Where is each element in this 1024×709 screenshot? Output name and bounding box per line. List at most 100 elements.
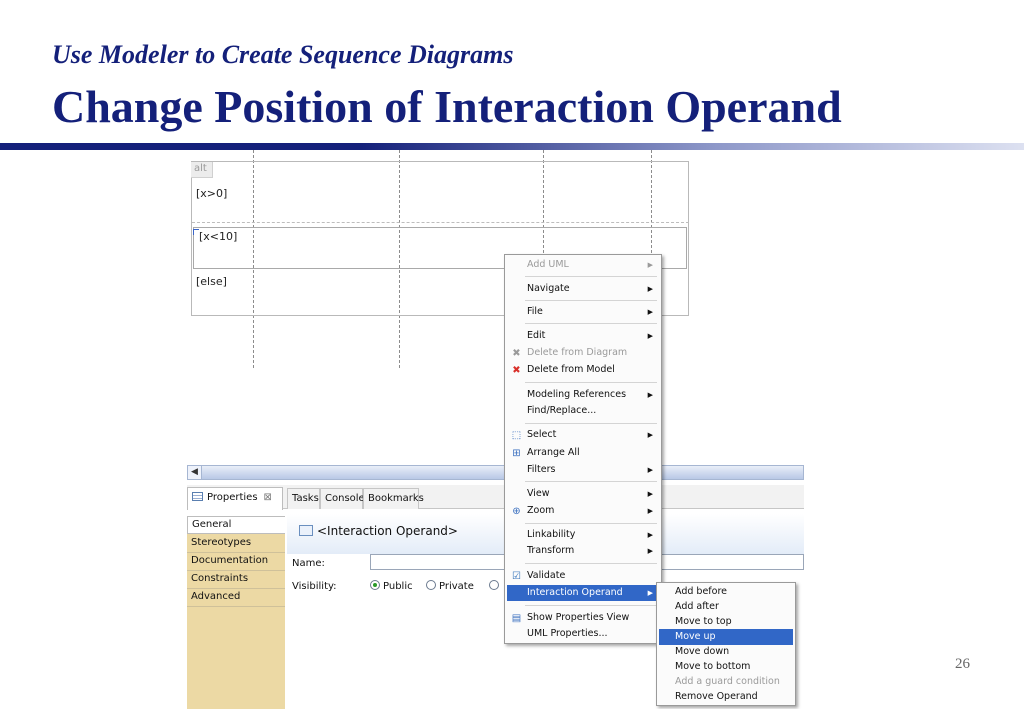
submenu-arrow-icon: ▶ [647, 261, 653, 269]
menu-item-find-replace[interactable]: Find/Replace... [507, 403, 659, 419]
menu-item-label: Navigate [527, 283, 570, 294]
menu-item-view[interactable]: View ▶ [507, 486, 659, 502]
submenu-arrow-icon: ▶ [647, 431, 653, 439]
menu-separator [525, 563, 657, 564]
guard-label[interactable]: [x<10] [198, 230, 239, 243]
name-label: Name: [292, 558, 325, 569]
menu-separator [525, 300, 657, 301]
submenu-arrow-icon: ▶ [647, 490, 653, 498]
properties-icon: ▤ [511, 613, 522, 624]
section-advanced[interactable]: Advanced [187, 589, 285, 607]
tab-console[interactable]: Console [320, 488, 365, 509]
menu-separator [525, 605, 657, 606]
submenu-arrow-icon: ▶ [647, 391, 653, 399]
submenu-arrow-icon: ▶ [647, 507, 653, 515]
element-title-text: <Interaction Operand> [317, 524, 458, 538]
section-constraints[interactable]: Constraints [187, 571, 285, 589]
slide-number: 26 [955, 656, 970, 672]
radio-label: Private [439, 581, 474, 592]
menu-item-edit[interactable]: Edit ▶ [507, 328, 659, 344]
zoom-icon: ⊕ [512, 506, 521, 517]
menu-item-add-after[interactable]: Add after [659, 599, 793, 615]
submenu-arrow-icon: ▶ [647, 332, 653, 340]
scroll-left-icon[interactable]: ◀ [188, 466, 202, 479]
menu-separator [525, 481, 657, 482]
menu-item-label: Validate [527, 570, 566, 581]
menu-item-label: Interaction Operand [527, 587, 623, 598]
menu-item-navigate[interactable]: Navigate ▶ [507, 281, 659, 297]
menu-item-label: View [527, 488, 550, 499]
element-title: <Interaction Operand> [299, 524, 458, 538]
tab-properties[interactable]: Properties ⊠ [187, 487, 283, 510]
menu-item-delete-from-diagram[interactable]: ✖ Delete from Diagram [507, 345, 659, 361]
menu-item-label: Show Properties View [527, 612, 630, 623]
tab-bookmarks[interactable]: Bookmarks [363, 488, 424, 509]
properties-sections: General Stereotypes Documentation Constr… [187, 516, 285, 709]
visibility-public-radio[interactable]: Public [370, 580, 413, 592]
submenu-arrow-icon: ▶ [647, 285, 653, 293]
menu-item-add-guard-condition[interactable]: Add a guard condition [659, 674, 793, 690]
menu-item-zoom[interactable]: ⊕ Zoom ▶ [507, 503, 659, 519]
section-general[interactable]: General [187, 516, 285, 534]
menu-item-select[interactable]: ⬚ Select ▶ [507, 427, 659, 443]
menu-item-show-properties-view[interactable]: ▤ Show Properties View [507, 610, 659, 626]
menu-item-add-before[interactable]: Add before [659, 584, 793, 600]
submenu-arrow-icon: ▶ [647, 466, 653, 474]
menu-separator [525, 276, 657, 277]
fragment-keyword: alt [191, 162, 213, 178]
menu-item-remove-operand[interactable]: Remove Operand [659, 689, 793, 705]
menu-item-delete-from-model[interactable]: ✖ Delete from Model [507, 362, 659, 378]
properties-view-icon [192, 492, 203, 501]
menu-separator [525, 423, 657, 424]
interaction-operand-submenu: Add before Add after Move to top Move up… [656, 582, 796, 706]
submenu-arrow-icon: ▶ [647, 308, 653, 316]
menu-item-validate[interactable]: ☑ Validate [507, 568, 659, 584]
menu-item-label: Transform [527, 545, 575, 556]
menu-item-label: Modeling References [527, 389, 627, 400]
section-stereotypes[interactable]: Stereotypes [187, 535, 285, 553]
menu-item-move-to-bottom[interactable]: Move to bottom [659, 659, 793, 675]
menu-item-label: UML Properties... [527, 628, 608, 639]
menu-item-modeling-references[interactable]: Modeling References ▶ [507, 387, 659, 403]
menu-item-interaction-operand[interactable]: Interaction Operand ▶ [507, 585, 659, 601]
menu-item-uml-properties[interactable]: UML Properties... [507, 626, 659, 642]
menu-separator [525, 382, 657, 383]
menu-item-transform[interactable]: Transform ▶ [507, 543, 659, 559]
menu-item-add-uml[interactable]: Add UML ▶ [507, 257, 659, 273]
menu-item-label: Filters [527, 464, 556, 475]
menu-item-linkability[interactable]: Linkability ▶ [507, 527, 659, 543]
menu-item-move-to-top[interactable]: Move to top [659, 614, 793, 630]
radio-icon [426, 580, 436, 590]
guard-label[interactable]: [x>0] [195, 187, 229, 200]
menu-item-label: File [527, 306, 543, 317]
delete-gray-icon: ✖ [512, 348, 521, 359]
close-icon[interactable]: ⊠ [264, 492, 272, 503]
section-documentation[interactable]: Documentation [187, 553, 285, 571]
menu-item-arrange-all[interactable]: ⊞ Arrange All [507, 445, 659, 461]
menu-item-filters[interactable]: Filters ▶ [507, 462, 659, 478]
radio-label: Public [383, 581, 413, 592]
menu-item-label: Add UML [527, 259, 569, 270]
menu-item-label: Zoom [527, 505, 555, 516]
submenu-arrow-icon: ▶ [647, 589, 653, 597]
visibility-next-radio[interactable] [489, 580, 502, 592]
menu-item-label: Arrange All [527, 447, 580, 458]
tab-label: Tasks [292, 493, 319, 504]
tab-tasks[interactable]: Tasks [287, 488, 320, 509]
submenu-arrow-icon: ▶ [647, 531, 653, 539]
menu-item-file[interactable]: File ▶ [507, 304, 659, 320]
menu-item-move-down[interactable]: Move down [659, 644, 793, 660]
arrange-icon: ⊞ [512, 448, 521, 459]
menu-item-label: Select [527, 429, 557, 440]
context-menu: Add UML ▶ Navigate ▶ File ▶ Edit ▶ ✖ Delete f… [504, 254, 662, 644]
tab-label: Console [325, 493, 365, 504]
tab-label: Bookmarks [368, 493, 424, 504]
diagram-horizontal-scrollbar[interactable]: ◀ [187, 465, 804, 480]
visibility-private-radio[interactable]: Private [426, 580, 474, 592]
view-tabs: Properties ⊠ Tasks Console Bookmarks [187, 485, 804, 510]
menu-item-label: Find/Replace... [527, 405, 597, 416]
radio-selected-icon [370, 580, 380, 590]
menu-item-move-up[interactable]: Move up [659, 629, 793, 645]
guard-label[interactable]: [else] [195, 275, 228, 288]
select-icon: ⬚ [511, 430, 522, 441]
